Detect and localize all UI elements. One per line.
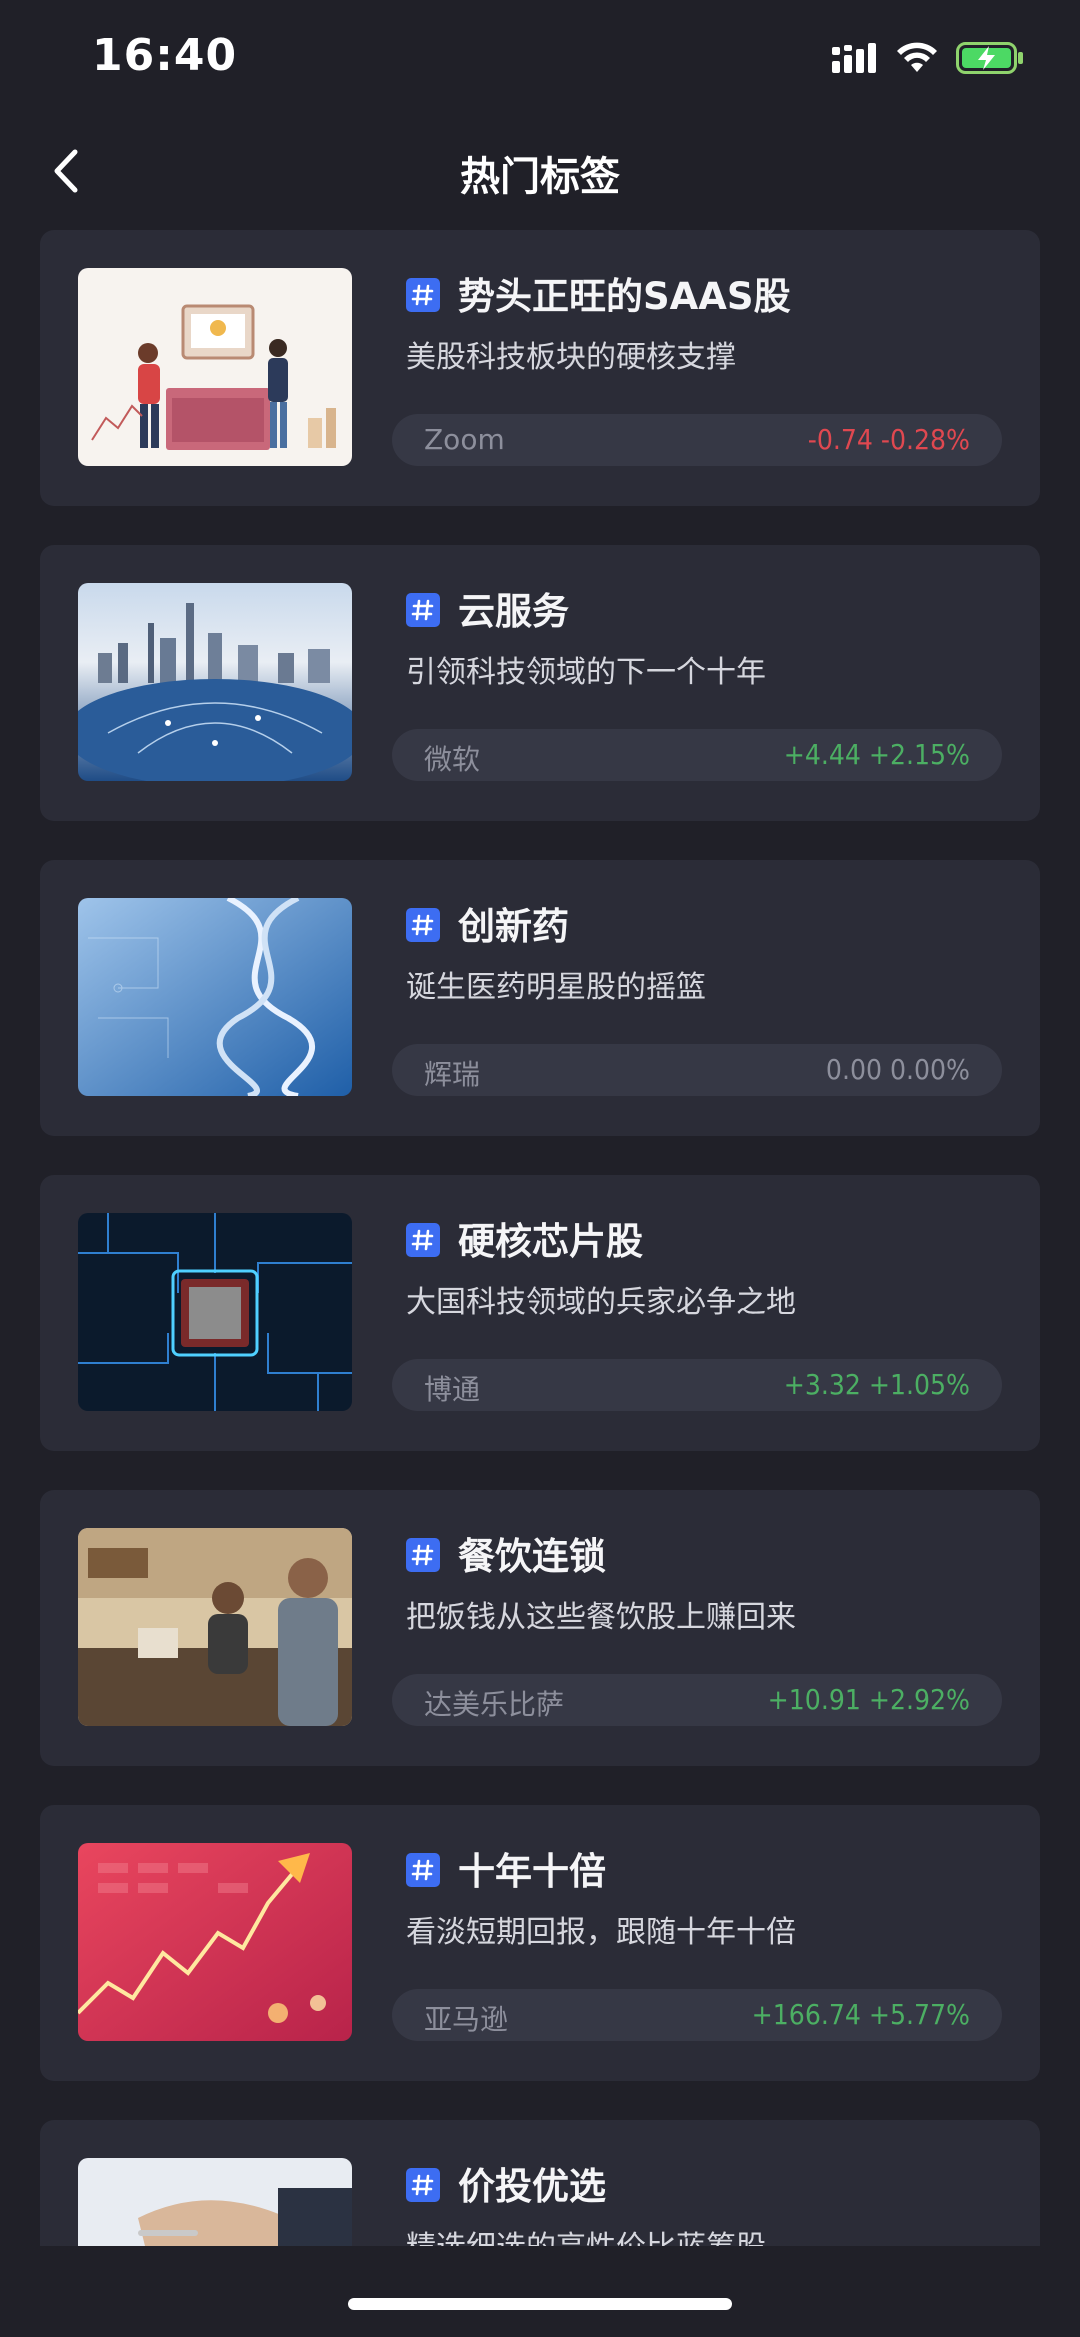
stock-change: +3.32 +1.05% [783,1368,970,1401]
hashtag-icon [406,593,440,627]
tag-card[interactable]: 十年十倍 看淡短期回报，跟随十年十倍 亚马逊 +166.74 +5.77% [40,1805,1040,2081]
stock-name: Zoom [424,423,505,456]
hashtag-icon [406,278,440,312]
tag-card-description: 美股科技板块的硬核支撑 [406,340,736,375]
tag-card-title: 十年十倍 [458,1850,606,1893]
stock-change: +4.44 +2.15% [783,738,970,771]
stock-name: 辉瑞 [424,1058,481,1091]
page-title: 热门标签 [460,154,620,200]
tag-card-description: 诞生医药明星股的摇篮 [406,970,706,1005]
tag-card-image [78,268,352,466]
featured-stock-pill[interactable]: 博通 +3.32 +1.05% [392,1359,1002,1411]
hashtag-icon [406,908,440,942]
hashtag-icon [406,1223,440,1257]
cellular-signal-icon [832,43,878,77]
featured-stock-pill[interactable]: Zoom -0.74 -0.28% [392,414,1002,466]
battery-charging-icon [956,42,1024,78]
nav-bar: 热门标签 [0,130,1080,214]
featured-stock-pill[interactable]: 微软 +4.44 +2.15% [392,729,1002,781]
tag-card[interactable]: 云服务 引领科技领域的下一个十年 微软 +4.44 +2.15% [40,545,1040,821]
hashtag-icon [406,1853,440,1887]
tag-card-image [78,1528,352,1726]
wifi-icon [896,42,938,78]
tag-card-title: 价投优选 [458,2165,606,2208]
status-bar: 16:40 [0,0,1080,120]
tag-card[interactable]: 势头正旺的SAAS股 美股科技板块的硬核支撑 Zoom -0.74 -0.28% [40,230,1040,506]
tag-card-description: 精选细选的高性价比蓝筹股 [406,2222,766,2246]
tag-card-image [78,898,352,1096]
status-time: 16:40 [92,30,238,81]
tag-card-image [78,1843,352,2041]
stock-name: 达美乐比萨 [424,1688,565,1721]
tag-card-description: 把饭钱从这些餐饮股上赚回来 [406,1600,796,1635]
tag-card-title: 创新药 [458,905,569,948]
tag-card-description: 大国科技领域的兵家必争之地 [406,1285,796,1320]
tag-card[interactable]: 硬核芯片股 大国科技领域的兵家必争之地 博通 +3.32 +1.05% [40,1175,1040,1451]
tag-card-title: 餐饮连锁 [458,1535,606,1578]
tag-card-title: 云服务 [458,590,569,633]
tag-card-title: 势头正旺的SAAS股 [458,275,791,318]
tag-card-image [78,2158,352,2246]
status-icons [832,40,1024,80]
stock-change: +166.74 +5.77% [751,1998,970,2031]
tag-card[interactable]: 餐饮连锁 把饭钱从这些餐饮股上赚回来 达美乐比萨 +10.91 +2.92% [40,1490,1040,1766]
featured-stock-pill[interactable]: 达美乐比萨 +10.91 +2.92% [392,1674,1002,1726]
home-indicator[interactable] [348,2298,732,2310]
tag-card-image [78,1213,352,1411]
stock-change: +10.91 +2.92% [767,1683,970,1716]
tag-list[interactable]: 势头正旺的SAAS股 美股科技板块的硬核支撑 Zoom -0.74 -0.28% [0,230,1080,2246]
hashtag-icon [406,1538,440,1572]
stock-change: 0.00 0.00% [825,1053,970,1086]
tag-card-description: 引领科技领域的下一个十年 [406,655,766,690]
featured-stock-pill[interactable]: 亚马逊 +166.74 +5.77% [392,1989,1002,2041]
stock-change: -0.74 -0.28% [807,423,970,456]
stock-name: 博通 [424,1373,481,1406]
stock-name: 微软 [424,743,481,776]
tag-card-description: 看淡短期回报，跟随十年十倍 [406,1915,796,1950]
hashtag-icon [406,2168,440,2202]
featured-stock-pill[interactable]: 辉瑞 0.00 0.00% [392,1044,1002,1096]
tag-card[interactable]: 创新药 诞生医药明星股的摇篮 辉瑞 0.00 0.00% [40,860,1040,1136]
tag-card-image [78,583,352,781]
tag-card[interactable]: 价投优选 精选细选的高性价比蓝筹股 [40,2120,1040,2246]
stock-name: 亚马逊 [424,2003,509,2036]
tag-card-title: 硬核芯片股 [458,1220,643,1263]
